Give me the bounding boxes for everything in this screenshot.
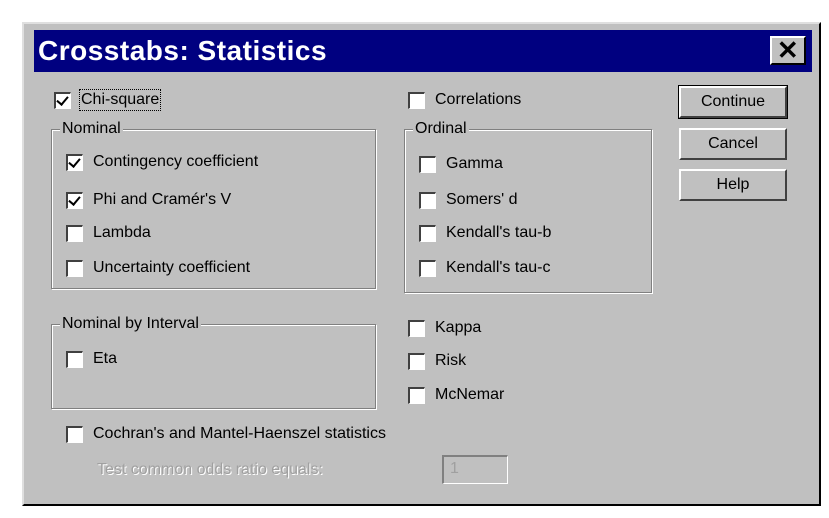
cancel-button[interactable]: Cancel <box>679 128 787 160</box>
kendall-tau-b-check-box[interactable] <box>419 224 436 242</box>
kappa-checkbox[interactable]: Kappa <box>408 316 481 340</box>
eta-check-box[interactable] <box>66 350 83 368</box>
dialog-title: Crosstabs: Statistics <box>38 35 328 66</box>
ordinal-group: Ordinal Gamma Somers' d Kendall's tau-b … <box>404 120 652 293</box>
nominal-by-interval-group-label: Nominal by Interval <box>60 315 201 333</box>
phi-cramer-checkbox[interactable]: Phi and Cramér's V <box>66 188 231 212</box>
correlations-label: Correlations <box>435 91 522 108</box>
lambda-label: Lambda <box>93 224 151 241</box>
kappa-label: Kappa <box>435 319 482 336</box>
nominal-group-label: Nominal <box>60 120 123 138</box>
odds-ratio-label: Test common odds ratio equals: <box>97 461 323 478</box>
correlations-check-box[interactable] <box>408 91 425 109</box>
nominal-group: Nominal Contingency coefficient Phi and … <box>51 120 376 289</box>
crosstabs-statistics-dialog: Crosstabs: Statistics ✕ Chi-square Corre… <box>22 22 821 506</box>
risk-checkbox[interactable]: Risk <box>408 349 466 373</box>
close-button[interactable]: ✕ <box>770 36 806 65</box>
cochran-label: Cochran's and Mantel-Haenszel statistics <box>93 425 386 442</box>
chi-square-check-box[interactable] <box>54 91 71 109</box>
somers-d-checkbox[interactable]: Somers' d <box>419 188 518 212</box>
chi-square-checkbox[interactable]: Chi-square <box>54 88 162 112</box>
somers-d-label: Somers' d <box>446 191 518 208</box>
uncertainty-label: Uncertainty coefficient <box>93 259 251 276</box>
chi-square-label: Chi-square <box>78 89 162 111</box>
risk-label: Risk <box>435 352 467 369</box>
cochran-mantel-haenszel-checkbox[interactable]: Cochran's and Mantel-Haenszel statistics <box>66 422 386 446</box>
eta-label: Eta <box>93 350 118 367</box>
mcnemar-check-box[interactable] <box>408 386 425 404</box>
uncertainty-check-box[interactable] <box>66 259 83 277</box>
uncertainty-checkbox[interactable]: Uncertainty coefficient <box>66 256 250 280</box>
kendall-tau-c-check-box[interactable] <box>419 259 436 277</box>
phi-cramer-check-box[interactable] <box>66 191 83 209</box>
contingency-label: Contingency coefficient <box>93 153 259 170</box>
ordinal-group-label: Ordinal <box>413 120 469 138</box>
kendall-tau-c-label: Kendall's tau-c <box>446 259 551 276</box>
gamma-checkbox[interactable]: Gamma <box>419 152 503 176</box>
kendall-tau-c-checkbox[interactable]: Kendall's tau-c <box>419 256 550 280</box>
kappa-check-box[interactable] <box>408 319 425 337</box>
contingency-check-box[interactable] <box>66 153 83 171</box>
kendall-tau-b-label: Kendall's tau-b <box>446 224 552 241</box>
nominal-by-interval-group: Nominal by Interval Eta <box>51 315 376 409</box>
eta-checkbox[interactable]: Eta <box>66 347 117 371</box>
lambda-check-box[interactable] <box>66 224 83 242</box>
phi-cramer-label: Phi and Cramér's V <box>93 191 232 208</box>
contingency-checkbox[interactable]: Contingency coefficient <box>66 150 258 174</box>
title-bar: Crosstabs: Statistics ✕ <box>34 30 812 72</box>
risk-check-box[interactable] <box>408 352 425 370</box>
somers-d-check-box[interactable] <box>419 191 436 209</box>
cochran-check-box[interactable] <box>66 425 83 443</box>
help-button[interactable]: Help <box>679 169 787 201</box>
correlations-checkbox[interactable]: Correlations <box>408 88 521 112</box>
kendall-tau-b-checkbox[interactable]: Kendall's tau-b <box>419 221 551 245</box>
gamma-check-box[interactable] <box>419 155 436 173</box>
mcnemar-label: McNemar <box>435 386 505 403</box>
continue-button[interactable]: Continue <box>678 85 788 119</box>
gamma-label: Gamma <box>446 155 503 172</box>
odds-ratio-input[interactable]: 1 <box>442 455 508 484</box>
lambda-checkbox[interactable]: Lambda <box>66 221 151 245</box>
mcnemar-checkbox[interactable]: McNemar <box>408 383 504 407</box>
